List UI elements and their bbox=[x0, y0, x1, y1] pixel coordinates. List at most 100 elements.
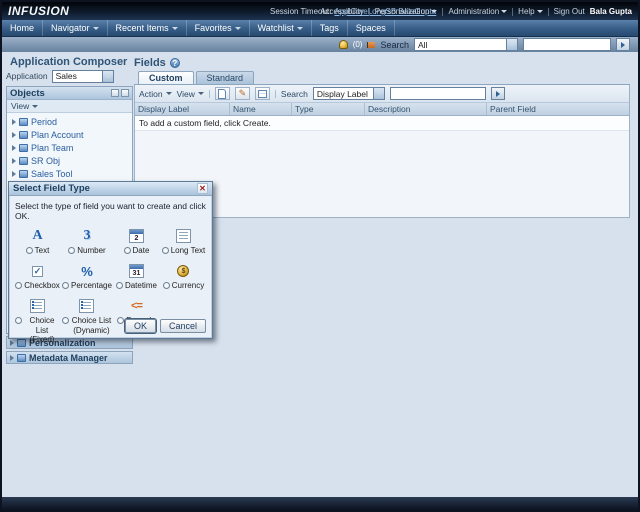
expand-icon[interactable] bbox=[12, 170, 16, 177]
menu-navigator[interactable]: Navigator bbox=[43, 20, 108, 36]
administration-link[interactable]: Administration bbox=[448, 7, 508, 16]
expand-icon[interactable] bbox=[12, 157, 16, 164]
detach-table-button[interactable] bbox=[254, 87, 270, 100]
dialog-instruction: Select the type of field you want to cre… bbox=[15, 201, 206, 221]
global-search-input[interactable] bbox=[523, 38, 611, 51]
go-arrow-icon bbox=[495, 90, 500, 97]
menu-watchlist-label: Watchlist bbox=[257, 23, 294, 33]
utility-bar: (0) Search All bbox=[2, 37, 638, 52]
sign-out-link[interactable]: Sign Out bbox=[554, 7, 585, 16]
create-field-button[interactable] bbox=[214, 87, 230, 100]
user-name: Bala Gupta bbox=[589, 7, 632, 16]
radio-button[interactable] bbox=[161, 247, 169, 254]
cancel-button[interactable]: Cancel bbox=[159, 319, 206, 333]
help-icon[interactable]: ? bbox=[169, 58, 180, 68]
new-window-icon[interactable] bbox=[111, 89, 119, 97]
search-go-button[interactable] bbox=[616, 38, 630, 51]
accessibility-link[interactable]: Accessibility bbox=[320, 7, 364, 16]
radio-button[interactable] bbox=[62, 282, 70, 290]
radio-button[interactable] bbox=[25, 247, 33, 254]
option-date[interactable]: 2 Date bbox=[114, 227, 159, 255]
column-description[interactable]: Description bbox=[365, 103, 487, 115]
radio-button[interactable] bbox=[123, 247, 131, 254]
menu-spaces-label: Spaces bbox=[355, 23, 386, 33]
expand-icon[interactable] bbox=[12, 131, 16, 138]
expand-icon[interactable] bbox=[12, 118, 16, 125]
radio-button[interactable] bbox=[115, 282, 123, 290]
fields-search-input[interactable] bbox=[389, 87, 486, 100]
tree-item-period[interactable]: Period bbox=[7, 115, 132, 128]
search-by-select[interactable]: Display Label bbox=[312, 87, 385, 100]
option-currency[interactable]: $ Currency bbox=[161, 262, 206, 290]
ok-button[interactable]: OK bbox=[124, 319, 156, 333]
menu-recent-items[interactable]: Recent Items bbox=[108, 20, 187, 36]
option-long-text[interactable]: Long Text bbox=[161, 227, 206, 255]
tree-item-plan-account[interactable]: Plan Account bbox=[7, 128, 132, 141]
menu-spaces[interactable]: Spaces bbox=[348, 20, 395, 36]
radio-button[interactable] bbox=[162, 282, 170, 290]
edit-field-button[interactable]: ✎ bbox=[234, 87, 250, 100]
column-display-label[interactable]: Display Label bbox=[135, 103, 230, 115]
column-name[interactable]: Name bbox=[230, 103, 292, 115]
expand-icon[interactable] bbox=[12, 144, 16, 151]
select-button[interactable] bbox=[372, 88, 384, 99]
menu-home[interactable]: Home bbox=[2, 20, 44, 36]
option-label: Checkbox bbox=[24, 281, 60, 291]
detach-icon[interactable] bbox=[121, 89, 129, 97]
dialog-title-bar[interactable]: Select Field Type ✕ bbox=[9, 182, 212, 196]
tree-item-label: SR Obj bbox=[31, 155, 61, 166]
application-select[interactable]: Sales bbox=[51, 69, 114, 83]
radio-button[interactable] bbox=[117, 317, 125, 325]
menu-favorites[interactable]: Favorites bbox=[187, 20, 250, 36]
tree-item-plan-team[interactable]: Plan Team bbox=[7, 141, 132, 154]
option-choice-list-dynamic[interactable]: Choice List (Dynamic) bbox=[62, 297, 112, 344]
fields-toolbar: Action View ✎ Search Display Label bbox=[135, 85, 629, 103]
tab-custom[interactable]: Custom bbox=[138, 71, 194, 84]
option-label: Long Text bbox=[170, 246, 206, 255]
accordion-metadata-manager[interactable]: Metadata Manager bbox=[6, 351, 133, 364]
option-number[interactable]: 3 Number bbox=[62, 227, 112, 255]
option-label: Currency bbox=[171, 281, 205, 291]
application-selector-row: Application Sales bbox=[6, 68, 133, 84]
option-datetime[interactable]: 31 Datetime bbox=[114, 262, 159, 290]
fields-search-go-button[interactable] bbox=[490, 87, 505, 100]
chevron-down-icon bbox=[165, 92, 172, 95]
close-icon[interactable]: ✕ bbox=[197, 183, 208, 194]
column-parent-field[interactable]: Parent Field bbox=[487, 103, 629, 115]
objects-view-menu[interactable]: View bbox=[7, 100, 132, 113]
radio-button[interactable] bbox=[62, 317, 70, 325]
option-choice-list-fixed[interactable]: Choice List (Fixed) bbox=[15, 297, 60, 344]
help-link[interactable]: Help bbox=[518, 7, 543, 16]
tree-item-sales-tool[interactable]: Sales Tool bbox=[7, 167, 132, 180]
view-menu[interactable]: View bbox=[177, 89, 204, 99]
option-label: Text bbox=[34, 246, 50, 255]
notification-bell-icon[interactable] bbox=[338, 40, 348, 49]
select-button[interactable] bbox=[101, 70, 113, 82]
tree-item-sr-obj[interactable]: SR Obj bbox=[7, 154, 132, 167]
search-by-value: Display Label bbox=[316, 88, 368, 99]
personalization-link[interactable]: Personalization bbox=[375, 7, 438, 16]
option-checkbox[interactable]: ✓ Checkbox bbox=[15, 262, 60, 290]
radio-button[interactable] bbox=[15, 317, 22, 325]
search-scope-select[interactable]: All bbox=[414, 38, 518, 51]
date-field-icon: 2 bbox=[128, 229, 144, 243]
chevron-down-icon bbox=[104, 74, 111, 78]
column-type[interactable]: Type bbox=[292, 103, 365, 115]
tab-standard[interactable]: Standard bbox=[195, 71, 255, 84]
option-text[interactable]: A Text bbox=[15, 227, 60, 255]
select-button[interactable] bbox=[506, 39, 517, 50]
radio-button[interactable] bbox=[15, 282, 23, 290]
tree-item-label: Sales Tool bbox=[31, 168, 73, 179]
chevron-down-icon bbox=[171, 26, 178, 30]
objects-panel-header[interactable]: Objects bbox=[7, 87, 132, 100]
action-menu[interactable]: Action bbox=[139, 89, 172, 99]
option-percentage[interactable]: % Percentage bbox=[62, 262, 112, 290]
object-icon bbox=[19, 143, 28, 152]
object-icon bbox=[19, 130, 28, 139]
flag-icon[interactable] bbox=[367, 41, 376, 48]
menu-tags[interactable]: Tags bbox=[312, 20, 348, 36]
radio-button[interactable] bbox=[68, 247, 76, 254]
table-header: Display Label Name Type Description Pare… bbox=[135, 103, 629, 116]
long-text-field-icon bbox=[175, 229, 191, 243]
menu-watchlist[interactable]: Watchlist bbox=[250, 20, 312, 36]
